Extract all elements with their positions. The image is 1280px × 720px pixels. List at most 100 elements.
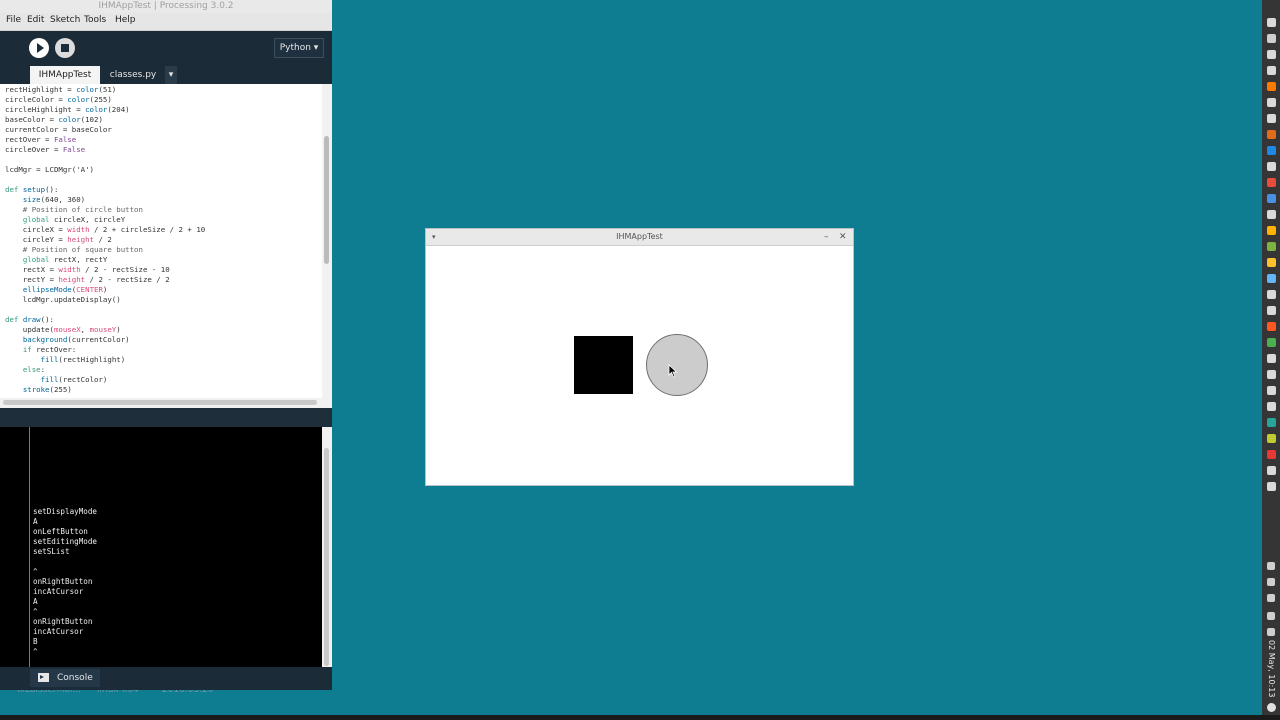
panel-app-icon[interactable] [1267, 226, 1276, 235]
code-line[interactable]: update(mouseX, mouseY) [5, 325, 322, 335]
code-line[interactable]: else: [5, 365, 322, 375]
panel-app-icon[interactable] [1267, 338, 1276, 347]
code-line[interactable]: # Position of square button [5, 245, 322, 255]
panel-app-icon[interactable] [1267, 386, 1276, 395]
panel-app-icon[interactable] [1267, 162, 1276, 171]
code-line[interactable]: rectY = height / 2 - rectSize / 2 [5, 275, 322, 285]
code-line[interactable]: circleOver = False [5, 145, 322, 155]
code-token: (102) [80, 115, 103, 124]
code-line[interactable]: circleColor = color(255) [5, 95, 322, 105]
code-line[interactable]: circleHighlight = color(204) [5, 105, 322, 115]
console-line: ^ [33, 567, 38, 576]
code-line[interactable]: ellipseMode(CENTER) [5, 285, 322, 295]
panel-app-icon[interactable] [1267, 450, 1276, 459]
code-line[interactable]: global circleX, circleY [5, 215, 322, 225]
code-line[interactable]: # Position of circle button [5, 205, 322, 215]
stop-button[interactable] [55, 38, 75, 58]
panel-indicator-icon[interactable] [1267, 628, 1275, 636]
panel-app-icon[interactable] [1267, 98, 1276, 107]
code-line[interactable] [5, 305, 322, 315]
menu-edit[interactable]: Edit [27, 15, 44, 25]
sketch-title-bar[interactable]: ▾ IHMAppTest – ✕ [426, 229, 853, 246]
panel-app-icon[interactable] [1267, 418, 1276, 427]
panel-app-icon[interactable] [1267, 322, 1276, 331]
window-menu-icon[interactable]: ▾ [432, 229, 436, 245]
tab-ihmapptest[interactable]: IHMAppTest [30, 66, 100, 84]
code-line[interactable]: lcdMgr.updateDisplay() [5, 295, 322, 305]
panel-app-icon[interactable] [1267, 290, 1276, 299]
code-line[interactable] [5, 155, 322, 165]
console-vertical-scroll-thumb[interactable] [324, 448, 329, 666]
menu-file[interactable]: File [6, 15, 21, 25]
code-text[interactable]: rectHighlight = color(51) circleColor = c… [0, 84, 322, 395]
code-line[interactable]: stroke(255) [5, 385, 322, 395]
code-editor[interactable]: rectHighlight = color(51) circleColor = c… [0, 84, 322, 398]
code-token: color [67, 95, 90, 104]
panel-indicator-icon[interactable] [1267, 612, 1275, 620]
clock[interactable]: 02 May, 10:13 [1265, 640, 1277, 700]
menu-sketch[interactable]: Sketch [50, 15, 80, 25]
minimize-icon[interactable]: – [824, 229, 829, 245]
panel-app-icon[interactable] [1267, 466, 1276, 475]
panel-app-icon[interactable] [1267, 50, 1276, 59]
panel-indicator-icon[interactable] [1267, 562, 1275, 570]
mode-selector[interactable]: Python ▾ [274, 38, 324, 58]
tab-menu-arrow[interactable]: ▾ [165, 66, 177, 84]
code-line[interactable]: lcdMgr = LCDMgr('A') [5, 165, 322, 175]
panel-app-icon[interactable] [1267, 178, 1276, 187]
code-line[interactable]: fill(rectColor) [5, 375, 322, 385]
panel-indicator-icon[interactable] [1267, 594, 1275, 602]
code-line[interactable]: circleX = width / 2 + circleSize / 2 + 1… [5, 225, 322, 235]
code-line[interactable]: rectOver = False [5, 135, 322, 145]
code-line[interactable] [5, 175, 322, 185]
code-token: ellipseMode [22, 285, 72, 294]
code-line[interactable]: baseColor = color(102) [5, 115, 322, 125]
panel-indicator-icon[interactable] [1267, 578, 1275, 586]
code-token: baseColor = [5, 115, 59, 124]
square-button[interactable] [574, 336, 633, 394]
code-line[interactable]: currentColor = baseColor [5, 125, 322, 135]
panel-app-icon[interactable] [1267, 354, 1276, 363]
panel-app-icon[interactable] [1267, 402, 1276, 411]
panel-app-icon[interactable] [1267, 66, 1276, 75]
editor-horizontal-scroll-thumb[interactable] [3, 400, 317, 405]
code-line[interactable]: rectHighlight = color(51) [5, 85, 322, 95]
panel-app-icon[interactable] [1267, 274, 1276, 283]
editor-vertical-scroll-thumb[interactable] [324, 136, 329, 264]
panel-app-icon[interactable] [1267, 34, 1276, 43]
code-token: stroke [22, 385, 50, 394]
code-line[interactable]: if rectOver: [5, 345, 322, 355]
panel-app-icon[interactable] [1267, 258, 1276, 267]
panel-app-icon[interactable] [1267, 210, 1276, 219]
panel-app-icon[interactable] [1267, 194, 1276, 203]
panel-app-icon[interactable] [1267, 242, 1276, 251]
panel-app-icon[interactable] [1267, 130, 1276, 139]
code-line[interactable]: fill(rectHighlight) [5, 355, 322, 365]
code-line[interactable]: def setup(): [5, 185, 322, 195]
panel-app-icon[interactable] [1267, 482, 1276, 491]
code-line[interactable]: global rectX, rectY [5, 255, 322, 265]
code-line[interactable]: size(640, 360) [5, 195, 322, 205]
close-icon[interactable]: ✕ [839, 229, 847, 245]
power-icon[interactable] [1267, 703, 1276, 712]
panel-app-icon[interactable] [1267, 306, 1276, 315]
code-line[interactable]: def draw(): [5, 315, 322, 325]
panel-app-icon[interactable] [1267, 82, 1276, 91]
panel-app-icon[interactable] [1267, 370, 1276, 379]
console-tab[interactable]: Console [30, 669, 100, 687]
menu-tools[interactable]: Tools [84, 15, 106, 25]
code-token: mouseX [53, 325, 81, 334]
panel-app-icon[interactable] [1267, 114, 1276, 123]
code-line[interactable]: background(currentColor) [5, 335, 322, 345]
code-line[interactable]: rectX = width / 2 - rectSize - 10 [5, 265, 322, 275]
panel-app-icon[interactable] [1267, 146, 1276, 155]
code-line[interactable]: circleY = height / 2 [5, 235, 322, 245]
menu-help[interactable]: Help [115, 15, 136, 25]
panel-app-icon[interactable] [1267, 434, 1276, 443]
panel-app-icon[interactable] [1267, 18, 1276, 27]
editor-console-divider[interactable] [0, 408, 332, 427]
run-button[interactable] [29, 38, 49, 58]
tab-classes-py[interactable]: classes.py [102, 66, 164, 84]
